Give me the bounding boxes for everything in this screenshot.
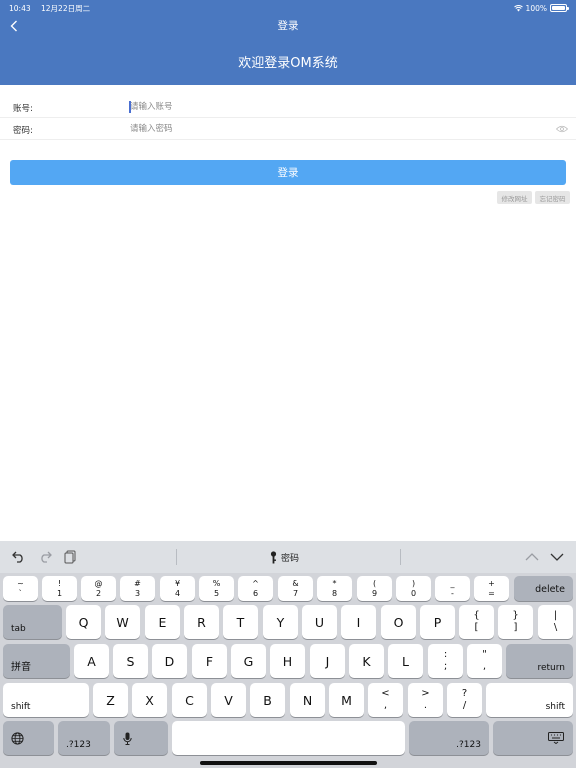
key-i[interactable]: I bbox=[341, 605, 376, 639]
account-row: 账号: bbox=[0, 96, 576, 118]
key-d[interactable]: D bbox=[152, 644, 187, 678]
key-q[interactable]: Q bbox=[66, 605, 101, 639]
status-bar: 10:43 12月22日周二 100% bbox=[9, 2, 569, 14]
key-question[interactable]: ? / bbox=[447, 683, 482, 717]
key-v[interactable]: V bbox=[211, 683, 246, 717]
key-z[interactable]: Z bbox=[93, 683, 128, 717]
space-bar[interactable] bbox=[172, 721, 405, 755]
chevron-up-icon[interactable] bbox=[524, 549, 540, 565]
mic-key[interactable] bbox=[114, 721, 168, 755]
shift-left-key[interactable]: shift bbox=[3, 683, 89, 717]
header: 10:43 12月22日周二 100% 登录 欢迎登录OM系统 bbox=[0, 0, 576, 85]
welcome-title: 欢迎登录OM系统 bbox=[238, 56, 338, 71]
globe-icon bbox=[11, 731, 24, 745]
key-semicolon[interactable]: :; bbox=[428, 644, 463, 678]
key-left-bracket[interactable]: {[ bbox=[459, 605, 494, 639]
status-date: 12月22日周二 bbox=[41, 3, 91, 13]
key-f[interactable]: F bbox=[192, 644, 227, 678]
key-m[interactable]: M bbox=[329, 683, 364, 717]
key-g[interactable]: G bbox=[231, 644, 266, 678]
key-backtick[interactable]: ~ ` bbox=[3, 576, 38, 601]
key-j[interactable]: J bbox=[310, 644, 345, 678]
key-h[interactable]: H bbox=[270, 644, 305, 678]
mic-icon bbox=[123, 732, 132, 745]
key-1[interactable]: ! 1 bbox=[42, 576, 77, 601]
key-l[interactable]: L bbox=[388, 644, 423, 678]
key-e[interactable]: E bbox=[145, 605, 180, 639]
key-0[interactable]: ) 0 bbox=[396, 576, 431, 601]
key-c[interactable]: C bbox=[172, 683, 207, 717]
key-icon bbox=[270, 550, 277, 563]
key-7[interactable]: & 7 bbox=[278, 576, 313, 601]
password-suggestion-label: 密码 bbox=[281, 553, 300, 564]
key-a[interactable]: A bbox=[74, 644, 109, 678]
text-cursor bbox=[129, 101, 131, 113]
redo-icon[interactable] bbox=[37, 549, 53, 565]
key-b[interactable]: B bbox=[250, 683, 285, 717]
eye-icon[interactable] bbox=[556, 124, 568, 134]
battery-icon bbox=[550, 4, 569, 12]
forgot-password-button[interactable]: 忘记密码 bbox=[535, 191, 570, 204]
key-o[interactable]: O bbox=[381, 605, 416, 639]
account-label: 账号: bbox=[13, 104, 33, 114]
key-w[interactable]: W bbox=[105, 605, 140, 639]
key-equals[interactable]: + = bbox=[474, 576, 509, 601]
numbers-key-left[interactable]: .?123 bbox=[58, 721, 110, 755]
battery-percent: 100% bbox=[525, 3, 547, 13]
password-input[interactable] bbox=[128, 118, 548, 140]
home-indicator bbox=[200, 761, 377, 765]
chevron-down-icon[interactable] bbox=[549, 549, 565, 565]
key-right-bracket[interactable]: }] bbox=[498, 605, 533, 639]
key-less-than[interactable]: <, bbox=[368, 683, 403, 717]
wifi-icon bbox=[513, 4, 523, 11]
status-time: 10:43 bbox=[9, 3, 31, 13]
key-quote[interactable]: ", bbox=[467, 644, 502, 678]
key-u[interactable]: U bbox=[302, 605, 337, 639]
tab-key[interactable]: tab bbox=[3, 605, 62, 639]
key-4[interactable]: ¥4 bbox=[160, 576, 195, 601]
globe-key[interactable] bbox=[3, 721, 54, 755]
paste-icon[interactable] bbox=[62, 549, 78, 565]
key-x[interactable]: X bbox=[132, 683, 167, 717]
key-y[interactable]: Y bbox=[263, 605, 298, 639]
password-row: 密码: bbox=[0, 118, 576, 140]
key-r[interactable]: R bbox=[184, 605, 219, 639]
shift-right-key[interactable]: shift bbox=[486, 683, 573, 717]
key-minus[interactable]: _ - bbox=[435, 576, 470, 601]
return-key[interactable]: return bbox=[506, 644, 573, 678]
keyboard-toolbar: 密码 bbox=[0, 541, 576, 573]
account-input[interactable] bbox=[128, 96, 548, 118]
login-button[interactable]: 登录 bbox=[10, 160, 566, 185]
key-p[interactable]: P bbox=[420, 605, 455, 639]
key-9[interactable]: (9 bbox=[357, 576, 392, 601]
delete-key[interactable]: delete bbox=[514, 576, 573, 601]
keyboard-dismiss-icon bbox=[548, 732, 564, 744]
change-url-button[interactable]: 修改网址 bbox=[497, 191, 532, 204]
key-k[interactable]: K bbox=[349, 644, 384, 678]
key-6[interactable]: ^ 6 bbox=[238, 576, 273, 601]
keyboard-dismiss-key[interactable] bbox=[493, 721, 573, 755]
key-s[interactable]: S bbox=[113, 644, 148, 678]
numbers-key-right[interactable]: .?123 bbox=[409, 721, 489, 755]
key-5[interactable]: % 5 bbox=[199, 576, 234, 601]
key-8[interactable]: * 8 bbox=[317, 576, 352, 601]
undo-icon[interactable] bbox=[11, 549, 27, 565]
key-2[interactable]: @2 bbox=[81, 576, 116, 601]
key-greater-than[interactable]: >. bbox=[408, 683, 443, 717]
nav-title: 登录 bbox=[277, 20, 299, 32]
key-n[interactable]: N bbox=[290, 683, 325, 717]
pinyin-key[interactable]: 拼音 bbox=[3, 644, 70, 678]
key-t[interactable]: T bbox=[223, 605, 258, 639]
password-label: 密码: bbox=[13, 126, 33, 136]
key-3[interactable]: #3 bbox=[120, 576, 155, 601]
key-backslash[interactable]: | \ bbox=[538, 605, 573, 639]
password-suggestion[interactable]: 密码 bbox=[270, 549, 299, 565]
